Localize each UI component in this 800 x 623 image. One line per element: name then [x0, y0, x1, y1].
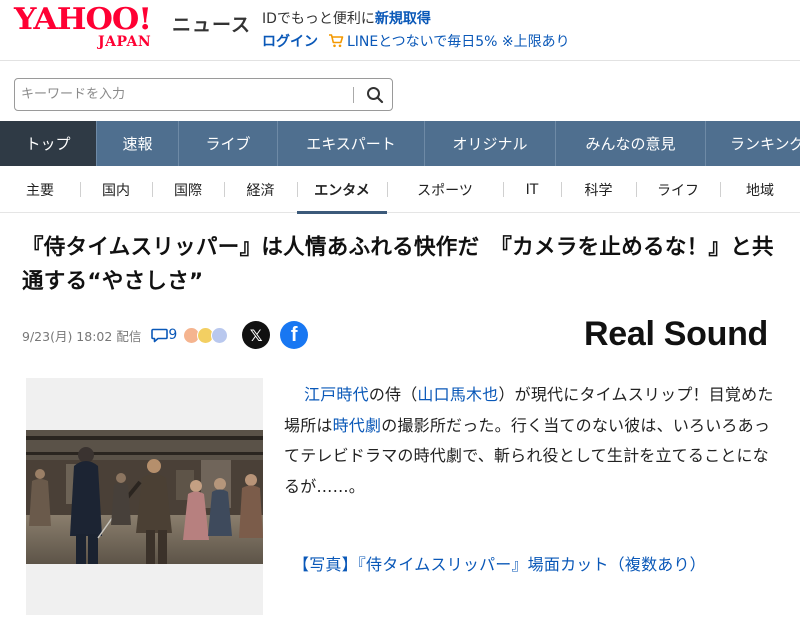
register-link[interactable]: 新規取得: [375, 11, 431, 27]
main-nav: トップ 速報 ライブ エキスパート オリジナル みんなの意見 ランキング: [0, 121, 800, 166]
nav-tab-expert[interactable]: エキスパート: [278, 121, 425, 166]
topic-link-jidaigeki[interactable]: 時代劇: [333, 416, 382, 435]
facebook-share-icon[interactable]: f: [280, 321, 309, 349]
site-header: YAHOO! JAPAN ニュース IDでもっと便利に新規取得 ログイン LIN…: [0, 0, 800, 60]
nav-tab-ranking[interactable]: ランキング: [706, 121, 800, 166]
search-icon: [367, 87, 384, 104]
search-box: [14, 78, 393, 111]
article-body: 江戸時代の侍（山口馬木也）が現代にタイムスリップ！目覚めた場所は時代劇の撮影所だ…: [284, 380, 784, 502]
login-link[interactable]: ログイン: [262, 31, 318, 51]
id-promo: IDでもっと便利に新規取得: [262, 8, 431, 28]
search-input[interactable]: [21, 83, 351, 106]
body-text-1: の侍（: [368, 385, 418, 404]
line-promo-link[interactable]: LINEとつないで毎日5% ※上限あり: [347, 31, 570, 51]
x-share-icon[interactable]: 𝕏: [242, 321, 271, 349]
share-buttons: 𝕏 f: [242, 321, 318, 349]
category-tab-entertainment[interactable]: エンタメ: [297, 166, 387, 214]
logo-sub-text: JAPAN: [98, 34, 152, 50]
article-photo: [26, 430, 263, 564]
article-photo-frame[interactable]: [26, 378, 263, 615]
service-name[interactable]: ニュース: [172, 10, 251, 37]
category-tab-domestic[interactable]: 国内: [80, 166, 152, 213]
photo-gallery-link[interactable]: 【写真】『侍タイムスリッパー』場面カット（複数あり）: [293, 551, 706, 575]
category-tab-sports[interactable]: スポーツ: [387, 166, 503, 213]
provider-logo[interactable]: Real Sound: [584, 315, 768, 354]
shopping-cart-icon: [329, 34, 344, 48]
sad-face-icon: [211, 326, 229, 344]
publish-date: 9/23(月) 18:02: [22, 328, 113, 344]
nav-tab-opinions[interactable]: みんなの意見: [556, 121, 706, 166]
logo-main-text: YAHOO!: [14, 2, 152, 37]
article-meta: 9/23(月) 18:02 配信 9 𝕏 f: [22, 321, 318, 349]
yahoo-japan-logo[interactable]: YAHOO! JAPAN: [14, 2, 166, 51]
nav-tab-breaking[interactable]: 速報: [97, 121, 179, 166]
comment-count: 9: [168, 327, 178, 343]
comment-bubble-icon: [151, 328, 169, 342]
category-nav: 主要 国内 国際 経済 エンタメ スポーツ IT 科学 ライフ 地域: [0, 166, 800, 214]
category-tab-it[interactable]: IT: [503, 166, 561, 213]
nav-tab-live[interactable]: ライブ: [179, 121, 278, 166]
category-tab-local[interactable]: 地域: [720, 166, 800, 213]
id-promo-text: IDでもっと便利に: [262, 11, 375, 27]
nav-tab-original[interactable]: オリジナル: [425, 121, 556, 166]
article-title: 『侍タイムスリッパー』は人情あふれる快作だ 『カメラを止めるな！』と共通する“や…: [22, 235, 774, 294]
category-tab-world[interactable]: 国際: [152, 166, 224, 213]
category-tab-life[interactable]: ライフ: [636, 166, 720, 213]
category-tab-main[interactable]: 主要: [0, 166, 80, 213]
category-tab-economy[interactable]: 経済: [224, 166, 297, 213]
login-row: ログイン LINEとつないで毎日5% ※上限あり: [262, 31, 570, 51]
delivery-label: 配信: [116, 328, 142, 344]
person-link-yamaguchi[interactable]: 山口馬木也: [417, 385, 498, 404]
search-separator: [353, 87, 354, 103]
nav-tab-top[interactable]: トップ: [0, 121, 97, 166]
reaction-faces[interactable]: [183, 326, 229, 344]
search-button[interactable]: [359, 80, 391, 110]
header-divider: [0, 60, 800, 61]
category-tab-science[interactable]: 科学: [561, 166, 636, 213]
topic-link-edo-period[interactable]: 江戸時代: [304, 385, 369, 404]
comments-button[interactable]: 9: [151, 327, 177, 343]
